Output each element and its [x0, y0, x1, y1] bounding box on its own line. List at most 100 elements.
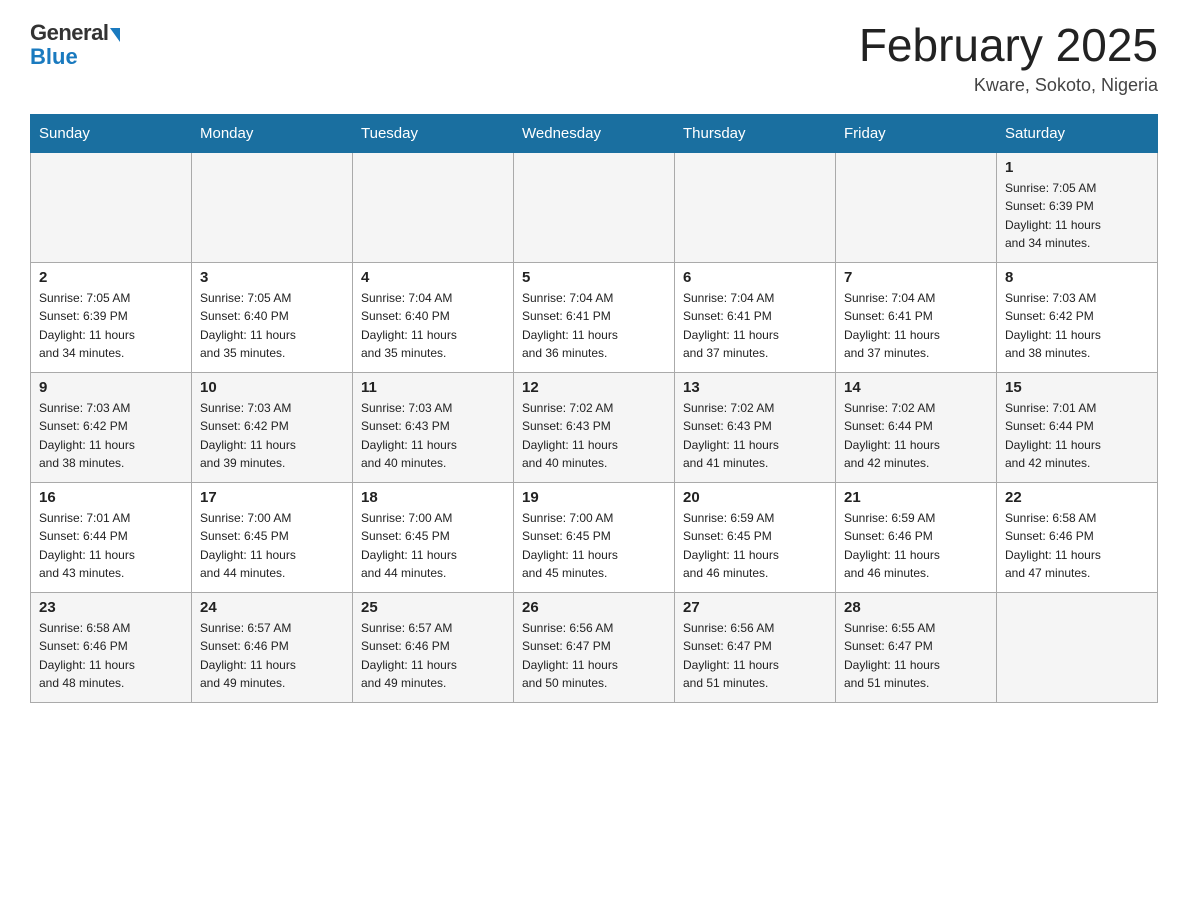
page-header: General Blue February 2025 Kware, Sokoto…: [30, 20, 1158, 96]
calendar-cell: 22Sunrise: 6:58 AM Sunset: 6:46 PM Dayli…: [997, 482, 1158, 592]
day-info: Sunrise: 7:05 AM Sunset: 6:40 PM Dayligh…: [200, 289, 344, 363]
day-info: Sunrise: 7:04 AM Sunset: 6:40 PM Dayligh…: [361, 289, 505, 363]
day-number: 26: [522, 599, 666, 616]
calendar-cell: 28Sunrise: 6:55 AM Sunset: 6:47 PM Dayli…: [836, 592, 997, 702]
calendar-cell: 8 Sunrise: 7:03 AM Sunset: 6:42 PM Daylig…: [997, 262, 1158, 372]
calendar-cell: 9 Sunrise: 7:03 AM Sunset: 6:42 PM Daylig…: [31, 372, 192, 482]
day-info: Sunrise: 7:04 AM Sunset: 6:41 PM Dayligh…: [844, 289, 988, 363]
calendar-header-row: SundayMondayTuesdayWednesdayThursdayFrid…: [31, 114, 1158, 152]
calendar-cell: [836, 152, 997, 262]
day-number: 18: [361, 489, 505, 506]
calendar-cell: 15Sunrise: 7:01 AM Sunset: 6:44 PM Dayli…: [997, 372, 1158, 482]
day-number: 7: [844, 269, 988, 286]
calendar-table: SundayMondayTuesdayWednesdayThursdayFrid…: [30, 114, 1158, 703]
day-number: 25: [361, 599, 505, 616]
day-number: 8: [1005, 269, 1149, 286]
calendar-cell: 25 Sunrise: 6:57 AM Sunset: 6:46 PM Dayli…: [353, 592, 514, 702]
day-info: Sunrise: 7:02 AM Sunset: 6:44 PM Dayligh…: [844, 399, 988, 473]
calendar-cell: 11Sunrise: 7:03 AM Sunset: 6:43 PM Dayli…: [353, 372, 514, 482]
calendar-cell: 12Sunrise: 7:02 AM Sunset: 6:43 PM Dayli…: [514, 372, 675, 482]
column-header-saturday: Saturday: [997, 114, 1158, 152]
calendar-cell: [31, 152, 192, 262]
day-info: Sunrise: 7:02 AM Sunset: 6:43 PM Dayligh…: [683, 399, 827, 473]
logo-general-text: General: [30, 20, 108, 46]
calendar-week-row: 2 Sunrise: 7:05 AM Sunset: 6:39 PM Daylig…: [31, 262, 1158, 372]
calendar-cell: 27 Sunrise: 6:56 AM Sunset: 6:47 PM Dayli…: [675, 592, 836, 702]
day-info: Sunrise: 6:58 AM Sunset: 6:46 PM Dayligh…: [39, 619, 183, 693]
calendar-cell: 5Sunrise: 7:04 AM Sunset: 6:41 PM Daylig…: [514, 262, 675, 372]
day-number: 10: [200, 379, 344, 396]
day-number: 11: [361, 379, 505, 396]
day-info: Sunrise: 7:00 AM Sunset: 6:45 PM Dayligh…: [200, 509, 344, 583]
day-number: 13: [683, 379, 827, 396]
logo: General Blue: [30, 20, 120, 70]
column-header-wednesday: Wednesday: [514, 114, 675, 152]
day-info: Sunrise: 7:05 AM Sunset: 6:39 PM Dayligh…: [39, 289, 183, 363]
day-number: 4: [361, 269, 505, 286]
calendar-cell: 20 Sunrise: 6:59 AM Sunset: 6:45 PM Dayli…: [675, 482, 836, 592]
calendar-cell: 24 Sunrise: 6:57 AM Sunset: 6:46 PM Dayli…: [192, 592, 353, 702]
day-number: 3: [200, 269, 344, 286]
calendar-cell: 10Sunrise: 7:03 AM Sunset: 6:42 PM Dayli…: [192, 372, 353, 482]
calendar-cell: [353, 152, 514, 262]
day-info: Sunrise: 7:01 AM Sunset: 6:44 PM Dayligh…: [1005, 399, 1149, 473]
day-number: 17: [200, 489, 344, 506]
day-number: 2: [39, 269, 183, 286]
calendar-cell: 2 Sunrise: 7:05 AM Sunset: 6:39 PM Daylig…: [31, 262, 192, 372]
calendar-cell: 26 Sunrise: 6:56 AM Sunset: 6:47 PM Dayli…: [514, 592, 675, 702]
day-number: 19: [522, 489, 666, 506]
calendar-cell: 3 Sunrise: 7:05 AM Sunset: 6:40 PM Daylig…: [192, 262, 353, 372]
day-number: 27: [683, 599, 827, 616]
day-number: 23: [39, 599, 183, 616]
day-number: 5: [522, 269, 666, 286]
day-number: 9: [39, 379, 183, 396]
calendar-title: February 2025: [859, 20, 1158, 71]
calendar-subtitle: Kware, Sokoto, Nigeria: [859, 75, 1158, 96]
calendar-cell: [192, 152, 353, 262]
day-number: 14: [844, 379, 988, 396]
calendar-cell: 7 Sunrise: 7:04 AM Sunset: 6:41 PM Daylig…: [836, 262, 997, 372]
day-number: 1: [1005, 159, 1149, 176]
day-info: Sunrise: 7:02 AM Sunset: 6:43 PM Dayligh…: [522, 399, 666, 473]
calendar-week-row: 16 Sunrise: 7:01 AM Sunset: 6:44 PM Dayli…: [31, 482, 1158, 592]
calendar-cell: 13 Sunrise: 7:02 AM Sunset: 6:43 PM Dayli…: [675, 372, 836, 482]
day-info: Sunrise: 7:03 AM Sunset: 6:42 PM Dayligh…: [39, 399, 183, 473]
column-header-tuesday: Tuesday: [353, 114, 514, 152]
calendar-cell: 19 Sunrise: 7:00 AM Sunset: 6:45 PM Dayli…: [514, 482, 675, 592]
day-number: 20: [683, 489, 827, 506]
day-number: 6: [683, 269, 827, 286]
day-info: Sunrise: 6:56 AM Sunset: 6:47 PM Dayligh…: [522, 619, 666, 693]
calendar-week-row: 1Sunrise: 7:05 AM Sunset: 6:39 PM Daylig…: [31, 152, 1158, 262]
day-number: 16: [39, 489, 183, 506]
day-info: Sunrise: 6:57 AM Sunset: 6:46 PM Dayligh…: [200, 619, 344, 693]
day-number: 22: [1005, 489, 1149, 506]
day-number: 28: [844, 599, 988, 616]
column-header-thursday: Thursday: [675, 114, 836, 152]
day-info: Sunrise: 7:01 AM Sunset: 6:44 PM Dayligh…: [39, 509, 183, 583]
calendar-cell: [514, 152, 675, 262]
day-number: 21: [844, 489, 988, 506]
calendar-cell: 21 Sunrise: 6:59 AM Sunset: 6:46 PM Dayli…: [836, 482, 997, 592]
logo-arrow-icon: [110, 28, 120, 42]
day-info: Sunrise: 6:59 AM Sunset: 6:45 PM Dayligh…: [683, 509, 827, 583]
day-info: Sunrise: 6:57 AM Sunset: 6:46 PM Dayligh…: [361, 619, 505, 693]
day-number: 24: [200, 599, 344, 616]
day-info: Sunrise: 6:56 AM Sunset: 6:47 PM Dayligh…: [683, 619, 827, 693]
calendar-cell: 23 Sunrise: 6:58 AM Sunset: 6:46 PM Dayli…: [31, 592, 192, 702]
calendar-cell: 18 Sunrise: 7:00 AM Sunset: 6:45 PM Dayli…: [353, 482, 514, 592]
day-info: Sunrise: 7:00 AM Sunset: 6:45 PM Dayligh…: [522, 509, 666, 583]
day-info: Sunrise: 7:04 AM Sunset: 6:41 PM Dayligh…: [683, 289, 827, 363]
calendar-cell: [997, 592, 1158, 702]
logo-blue-text: Blue: [30, 44, 78, 70]
day-info: Sunrise: 7:03 AM Sunset: 6:42 PM Dayligh…: [1005, 289, 1149, 363]
calendar-cell: 4 Sunrise: 7:04 AM Sunset: 6:40 PM Daylig…: [353, 262, 514, 372]
column-header-monday: Monday: [192, 114, 353, 152]
calendar-cell: 1Sunrise: 7:05 AM Sunset: 6:39 PM Daylig…: [997, 152, 1158, 262]
calendar-cell: 17 Sunrise: 7:00 AM Sunset: 6:45 PM Dayli…: [192, 482, 353, 592]
calendar-week-row: 9 Sunrise: 7:03 AM Sunset: 6:42 PM Daylig…: [31, 372, 1158, 482]
calendar-cell: 16 Sunrise: 7:01 AM Sunset: 6:44 PM Dayli…: [31, 482, 192, 592]
calendar-cell: 14 Sunrise: 7:02 AM Sunset: 6:44 PM Dayli…: [836, 372, 997, 482]
day-info: Sunrise: 7:00 AM Sunset: 6:45 PM Dayligh…: [361, 509, 505, 583]
calendar-week-row: 23 Sunrise: 6:58 AM Sunset: 6:46 PM Dayli…: [31, 592, 1158, 702]
day-info: Sunrise: 6:59 AM Sunset: 6:46 PM Dayligh…: [844, 509, 988, 583]
